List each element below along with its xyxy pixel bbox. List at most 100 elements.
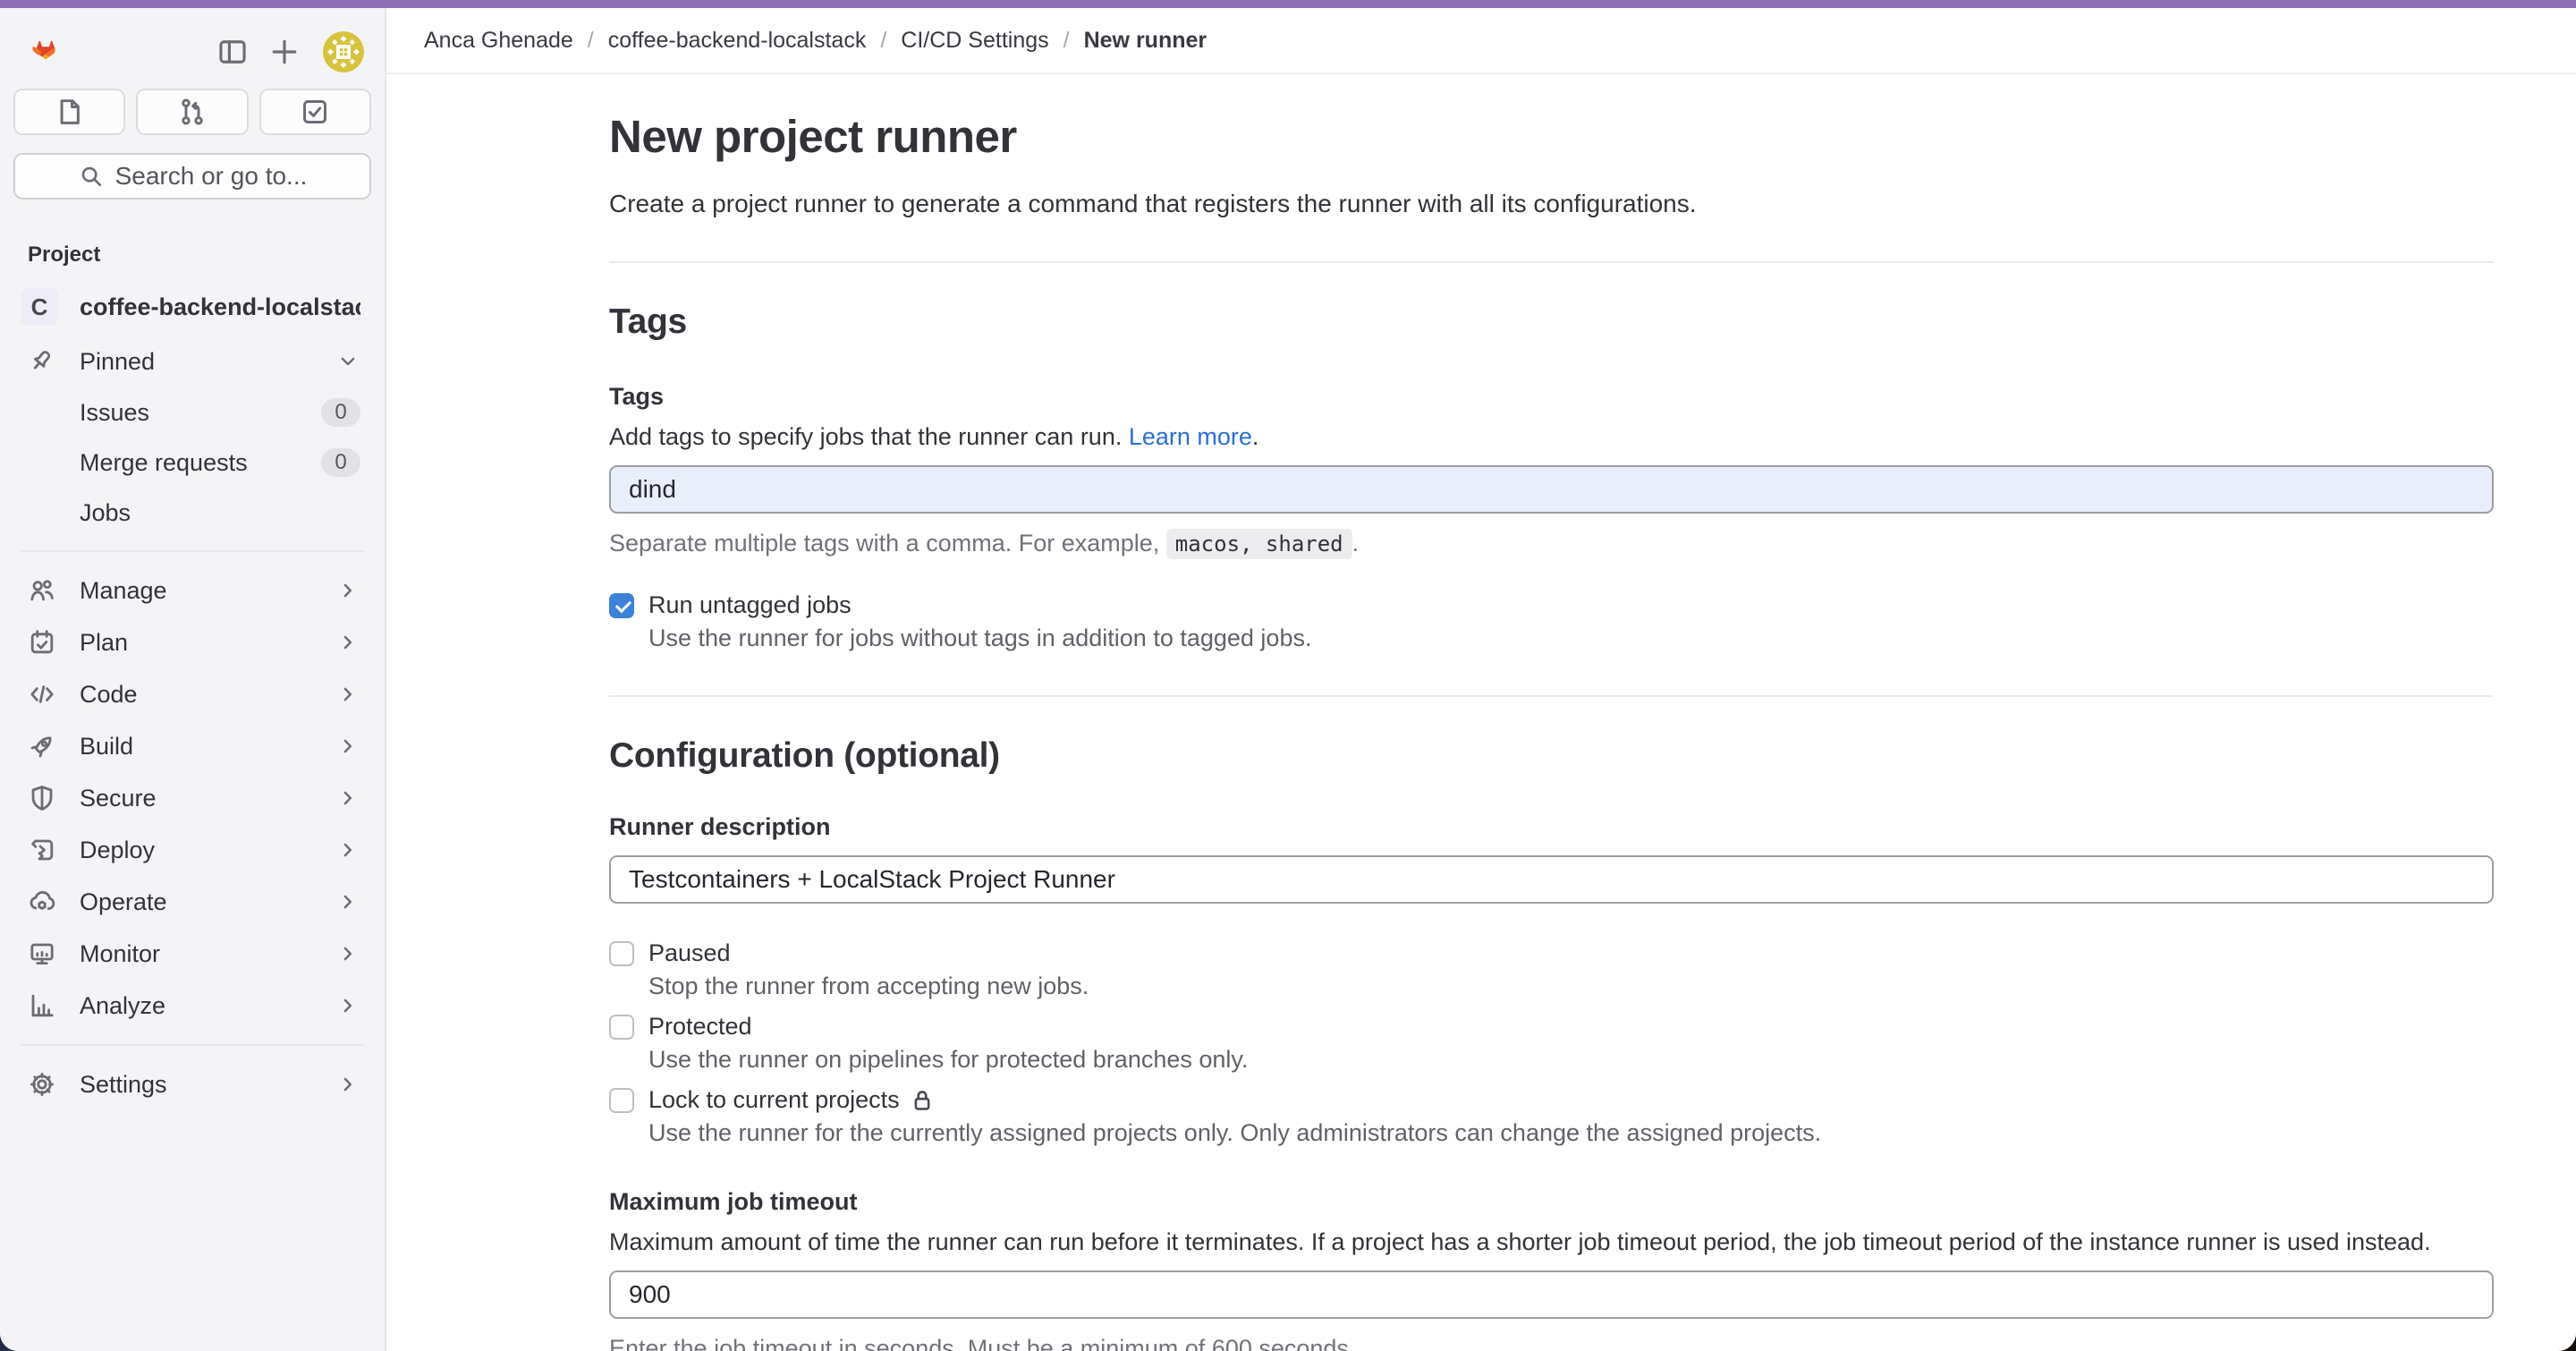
sidebar-item-project[interactable]: C coffee-backend-localstack — [13, 278, 371, 336]
config-section-heading: Configuration (optional) — [609, 736, 2494, 776]
sidebar-item-secure[interactable]: Secure — [13, 772, 371, 824]
deploy-cycle-icon — [28, 836, 56, 864]
search-icon — [78, 163, 105, 190]
todo-shortcut-button[interactable] — [259, 89, 371, 135]
sidebar-item-deploy[interactable]: Deploy — [13, 824, 371, 876]
calendar-check-icon — [28, 628, 56, 657]
page-intro: Create a project runner to generate a co… — [609, 190, 2494, 218]
create-new-button[interactable] — [258, 26, 310, 78]
lock-checkbox-row[interactable]: Lock to current projects — [609, 1086, 2494, 1114]
sidebar-item-monitor[interactable]: Monitor — [13, 928, 371, 980]
run-untagged-checkbox[interactable] — [609, 593, 634, 618]
issues-label: Issues — [80, 399, 321, 427]
protected-checkbox[interactable] — [609, 1015, 634, 1040]
chevron-right-icon — [335, 837, 360, 862]
project-avatar: C — [21, 288, 58, 326]
sidebar-item-issues[interactable]: Issues 0 — [13, 387, 371, 438]
tags-hint: Separate multiple tags with a comma. For… — [609, 530, 2494, 557]
breadcrumb-project[interactable]: coffee-backend-localstack — [608, 28, 867, 54]
cloud-pod-icon — [28, 888, 56, 916]
chevron-right-icon — [335, 889, 360, 914]
chevron-right-icon — [335, 578, 360, 603]
code-label: Code — [80, 681, 335, 709]
sidebar-item-merge-requests[interactable]: Merge requests 0 — [13, 438, 371, 488]
window-accent-bar — [0, 0, 2576, 8]
issues-doc-icon — [55, 97, 85, 127]
tags-hint-text: Separate multiple tags with a comma. For… — [609, 530, 1166, 557]
breadcrumb-separator: / — [880, 28, 886, 54]
paused-checkbox[interactable] — [609, 941, 634, 966]
sidebar-item-code[interactable]: Code — [13, 668, 371, 720]
breadcrumb-user[interactable]: Anca Ghenade — [424, 28, 573, 54]
breadcrumb-separator: / — [1063, 28, 1070, 54]
plus-icon — [268, 36, 301, 68]
tags-input[interactable] — [609, 465, 2494, 514]
sidebar-item-pinned[interactable]: Pinned — [13, 336, 371, 387]
sidebar-header — [13, 8, 371, 76]
user-avatar[interactable] — [323, 31, 364, 72]
sidebar-divider — [21, 1044, 364, 1046]
run-untagged-checkbox-row[interactable]: Run untagged jobs — [609, 591, 2494, 619]
sidebar-item-jobs[interactable]: Jobs — [13, 488, 371, 538]
gitlab-window: Search or go to... Project C coffee-back… — [0, 0, 2576, 1351]
sidebar-item-settings[interactable]: Settings — [13, 1058, 371, 1110]
search-input[interactable]: Search or go to... — [13, 153, 371, 200]
monitor-icon — [28, 939, 56, 968]
chevron-right-icon — [335, 630, 360, 655]
sidebar-shortcuts — [13, 89, 371, 135]
section-divider — [609, 695, 2494, 697]
page-content: New project runner Create a project runn… — [386, 74, 2576, 1351]
sidebar-item-manage[interactable]: Manage — [13, 565, 371, 616]
todo-check-icon — [300, 97, 330, 127]
chevron-right-icon — [335, 734, 360, 759]
protected-description: Use the runner on pipelines for protecte… — [609, 1046, 2494, 1074]
tags-example-code: macos, shared — [1166, 529, 1352, 559]
manage-label: Manage — [80, 577, 335, 605]
breadcrumb: Anca Ghenade / coffee-backend-localstack… — [424, 28, 1207, 54]
main-area: Anca Ghenade / coffee-backend-localstack… — [386, 8, 2576, 1351]
lock-checkbox[interactable] — [609, 1088, 634, 1113]
chevron-right-icon — [335, 1072, 360, 1097]
sidebar-item-plan[interactable]: Plan — [13, 616, 371, 668]
tags-field-help: Add tags to specify jobs that the runner… — [609, 423, 2494, 451]
chevron-right-icon — [335, 682, 360, 707]
bar-chart-icon — [28, 991, 56, 1020]
timeout-label: Maximum job timeout — [609, 1188, 2494, 1216]
paused-checkbox-row[interactable]: Paused — [609, 939, 2494, 967]
monitor-label: Monitor — [80, 940, 335, 968]
sidebar-item-operate[interactable]: Operate — [13, 876, 371, 928]
analyze-label: Analyze — [80, 992, 335, 1020]
issues-shortcut-button[interactable] — [13, 89, 125, 135]
secure-label: Secure — [80, 785, 335, 812]
runner-description-input[interactable] — [609, 855, 2494, 904]
runner-description-label: Runner description — [609, 813, 2494, 841]
code-icon — [28, 680, 56, 709]
breadcrumb-new-runner: New runner — [1084, 28, 1208, 54]
tags-help-period: . — [1252, 423, 1259, 450]
jobs-label: Jobs — [80, 499, 360, 527]
sidebar-item-build[interactable]: Build — [13, 720, 371, 772]
paused-description: Stop the runner from accepting new jobs. — [609, 973, 2494, 1000]
paused-label: Paused — [648, 939, 731, 967]
users-icon — [28, 576, 56, 605]
chevron-right-icon — [335, 993, 360, 1018]
rocket-icon — [28, 732, 56, 760]
issues-count-badge: 0 — [321, 398, 360, 427]
protected-checkbox-row[interactable]: Protected — [609, 1013, 2494, 1041]
run-untagged-label: Run untagged jobs — [648, 591, 852, 619]
tags-field-label: Tags — [609, 383, 2494, 411]
plan-label: Plan — [80, 629, 335, 657]
learn-more-link[interactable]: Learn more — [1129, 423, 1252, 450]
gitlab-logo[interactable] — [26, 31, 65, 73]
topbar: Anca Ghenade / coffee-backend-localstack… — [386, 8, 2576, 74]
merge-requests-shortcut-button[interactable] — [136, 89, 248, 135]
timeout-hint: Enter the job timeout in seconds. Must b… — [609, 1335, 2494, 1351]
merge-requests-count-badge: 0 — [321, 448, 360, 477]
timeout-input[interactable] — [609, 1270, 2494, 1319]
settings-label: Settings — [80, 1071, 335, 1099]
panel-toggle-button[interactable] — [207, 26, 258, 78]
sidebar: Search or go to... Project C coffee-back… — [0, 8, 386, 1351]
sidebar-item-analyze[interactable]: Analyze — [13, 980, 371, 1032]
protected-label: Protected — [648, 1013, 752, 1041]
breadcrumb-cicd-settings[interactable]: CI/CD Settings — [901, 28, 1048, 54]
